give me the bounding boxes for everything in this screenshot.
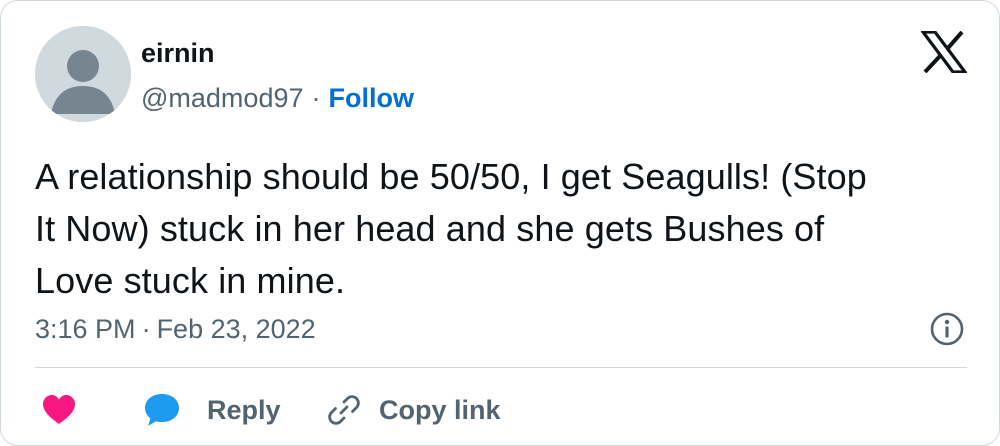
avatar[interactable] <box>35 26 131 122</box>
reply-button[interactable]: Reply <box>143 385 281 435</box>
author-handle-row: @madmod97 · Follow <box>141 81 414 115</box>
default-avatar-icon <box>35 26 131 122</box>
follow-button[interactable]: Follow <box>329 83 414 113</box>
tweet-time: 3:16 PM <box>35 314 136 344</box>
tweet-text-line: It Now) stuck in her head and she gets B… <box>35 208 825 249</box>
like-button[interactable] <box>41 385 77 435</box>
tweet-embed-card: eirnin @madmod97 · Follow A relationship s… <box>0 0 1000 446</box>
tweet-text-line: A relationship should be 50/50, I get Se… <box>35 156 867 197</box>
divider <box>35 367 967 368</box>
heart-icon <box>43 395 75 424</box>
action-bar: Reply Copy link <box>35 385 975 435</box>
speech-bubble-icon <box>145 394 179 426</box>
x-logo-icon[interactable] <box>919 30 969 74</box>
author-display-name[interactable]: eirnin <box>141 37 215 69</box>
copy-link-button[interactable]: Copy link <box>327 385 501 435</box>
reply-label: Reply <box>207 394 281 425</box>
tweet-date: Feb 23, 2022 <box>156 314 316 344</box>
author-handle[interactable]: @madmod97 <box>141 83 304 113</box>
info-icon[interactable] <box>929 311 965 347</box>
separator-dot: · <box>311 83 321 113</box>
copy-link-label: Copy link <box>379 394 501 425</box>
link-icon <box>328 395 360 425</box>
tweet-text: A relationship should be 50/50, I get Se… <box>35 151 975 307</box>
tweet-text-line: Love stuck in mine. <box>35 260 346 301</box>
tweet-timestamp[interactable]: 3:16 PM · Feb 23, 2022 <box>35 311 316 347</box>
separator-dot: · <box>141 314 151 344</box>
